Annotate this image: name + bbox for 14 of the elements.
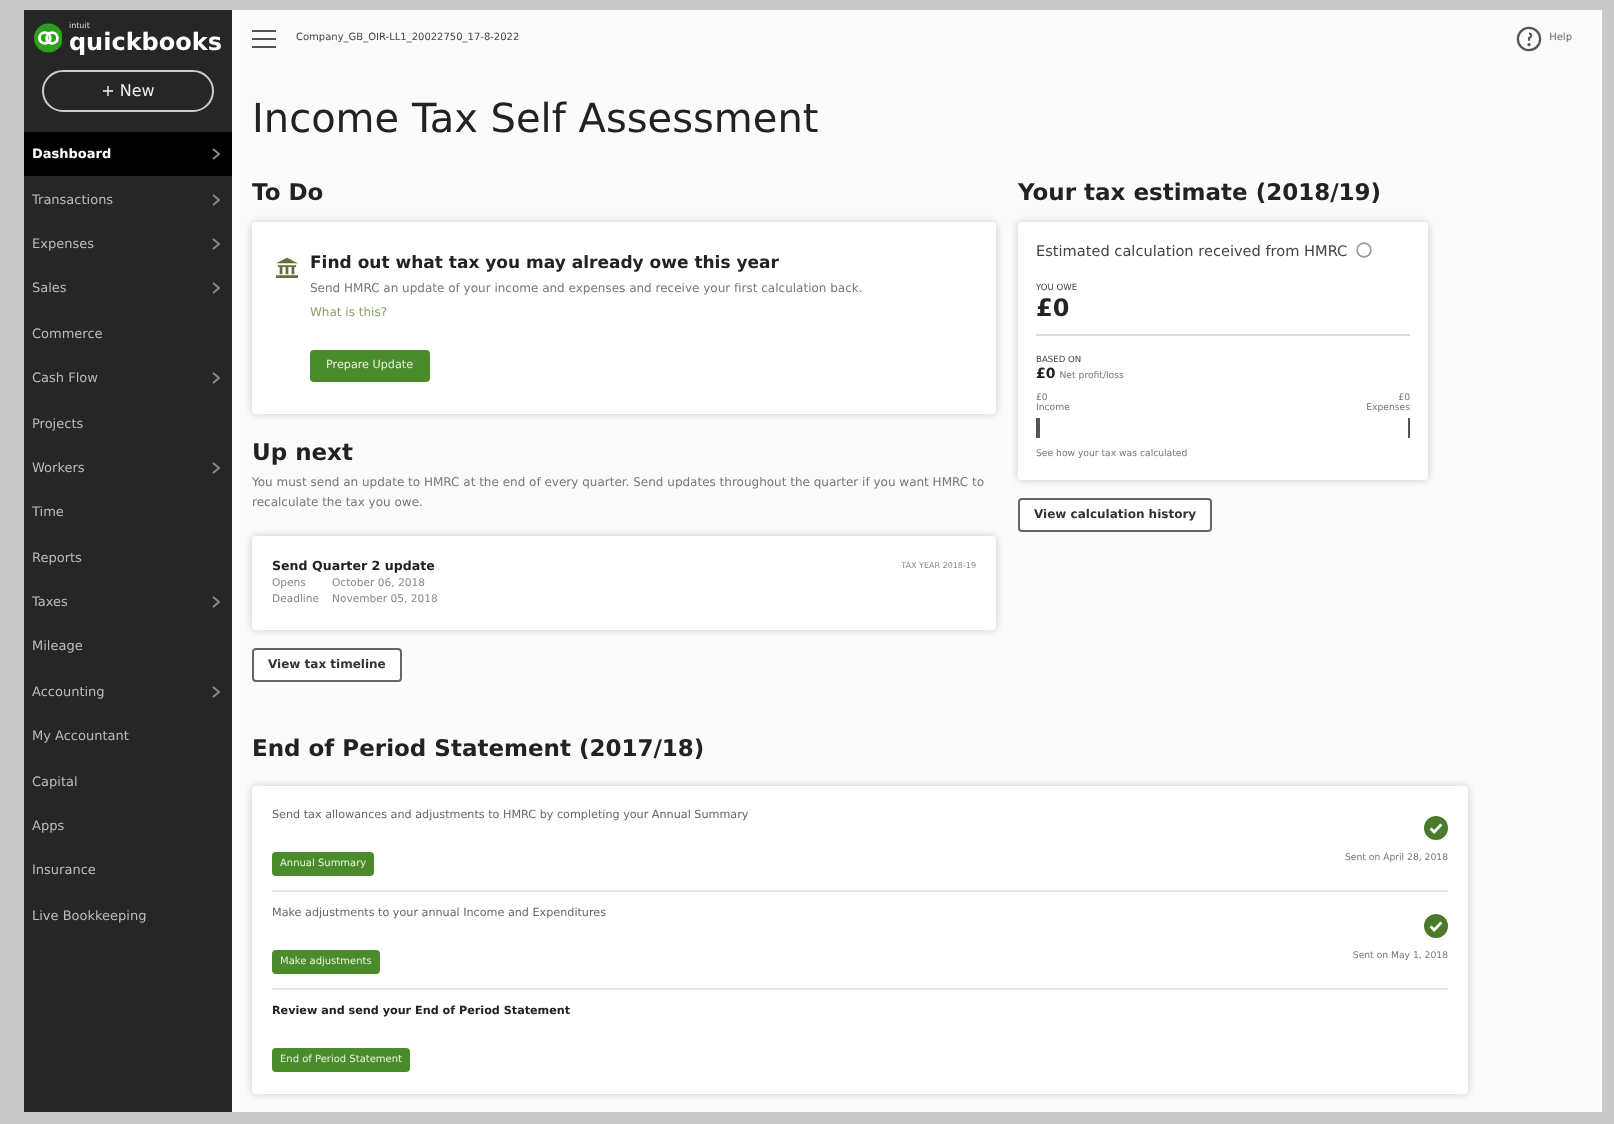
menu-icon[interactable] bbox=[252, 29, 276, 47]
page-title: Income Tax Self Assessment bbox=[252, 94, 821, 142]
bank-icon bbox=[276, 256, 298, 278]
new-button[interactable]: + New bbox=[42, 70, 214, 112]
owe-amount: £0 bbox=[1036, 293, 1072, 322]
logo-icon bbox=[34, 22, 63, 54]
brand-name: quickbooks bbox=[68, 30, 222, 54]
todo-title: Find out what tax you may already owe this year bbox=[310, 254, 781, 274]
section-heading: To Do bbox=[252, 178, 326, 206]
section-heading: Up next bbox=[252, 437, 355, 465]
info-icon[interactable] bbox=[1355, 242, 1372, 258]
help-icon[interactable] bbox=[1515, 25, 1542, 51]
section-heading: Your tax estimate (2018/19) bbox=[1018, 178, 1384, 206]
section-heading: End of Period Statement (2017/18) bbox=[252, 733, 707, 761]
